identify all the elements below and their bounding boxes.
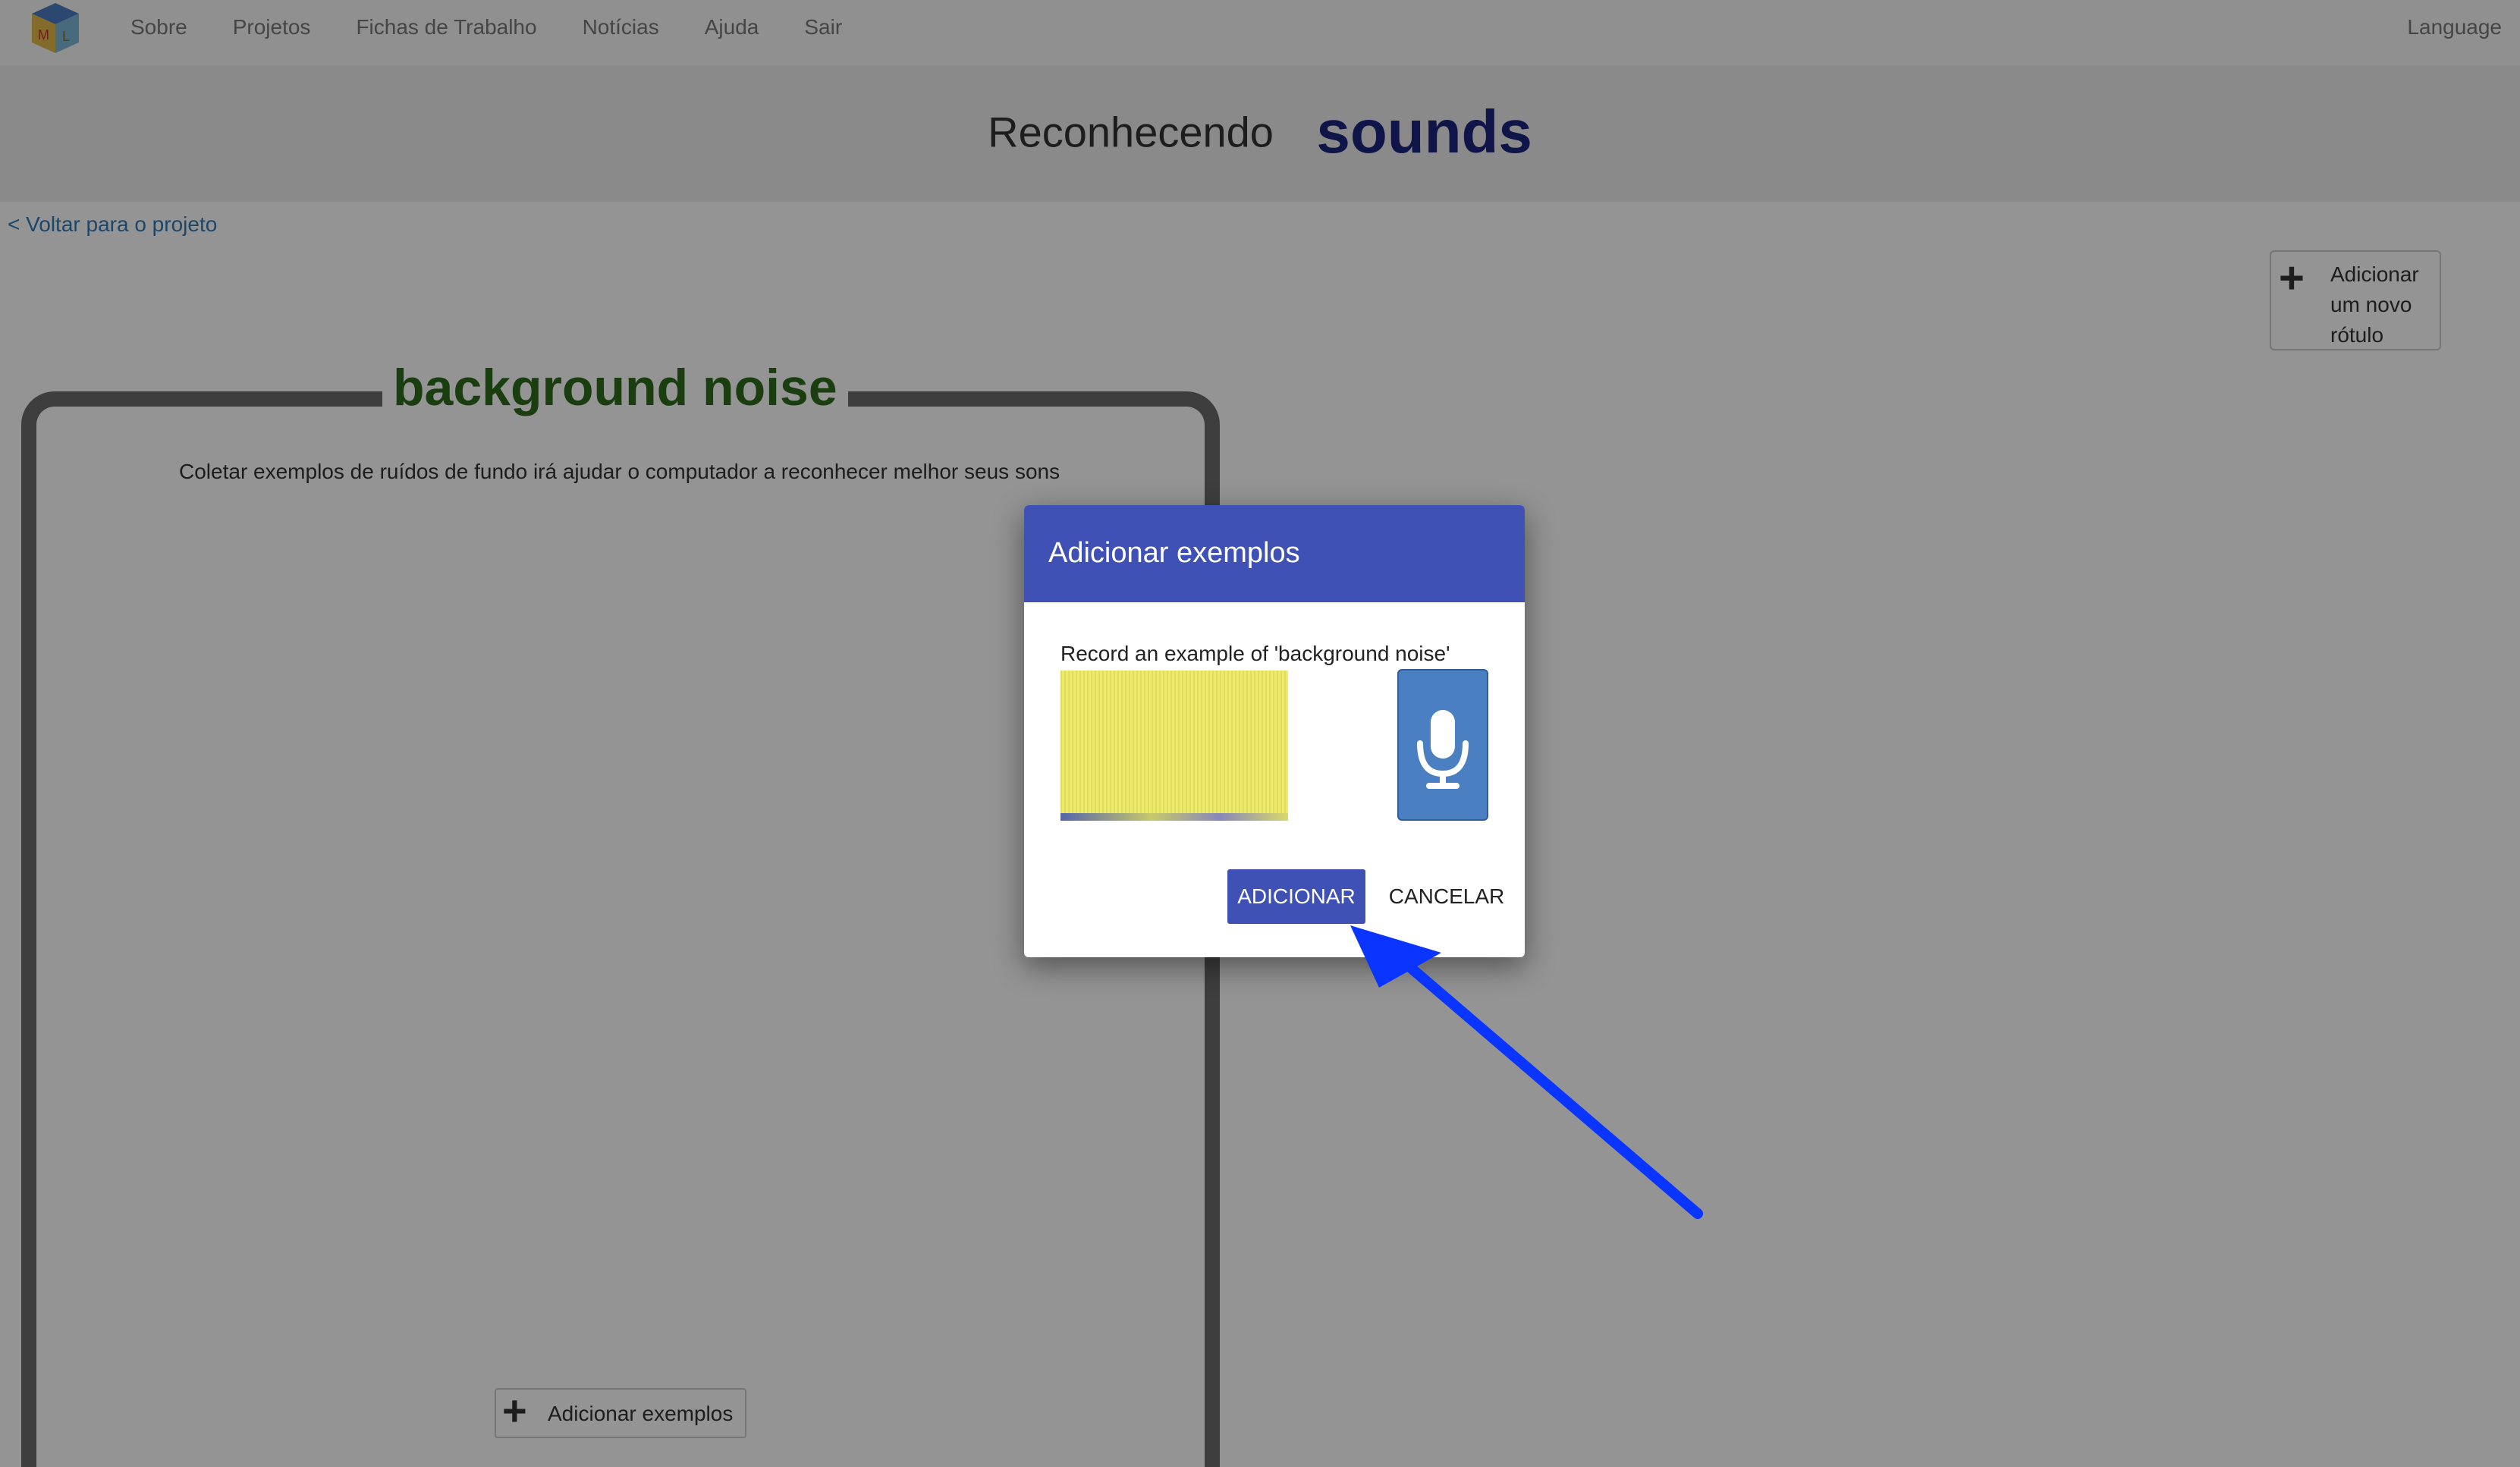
microphone-icon (1417, 710, 1469, 789)
page: M L Sobre Projetos Fichas de Trabalho No… (0, 0, 2520, 1467)
record-button[interactable] (1397, 669, 1488, 821)
dialog-title: Adicionar exemplos (1048, 537, 1300, 569)
dialog-header: Adicionar exemplos (1024, 505, 1525, 602)
spectrogram-low-band (1060, 813, 1288, 821)
add-examples-dialog: Adicionar exemplos Record an example of … (1024, 505, 1525, 957)
record-prompt: Record an example of 'background noise' (1060, 642, 1450, 665)
cancel-button[interactable]: CANCELAR (1375, 869, 1519, 924)
spectrogram-preview (1060, 671, 1288, 821)
add-button[interactable]: ADICIONAR (1227, 869, 1365, 924)
